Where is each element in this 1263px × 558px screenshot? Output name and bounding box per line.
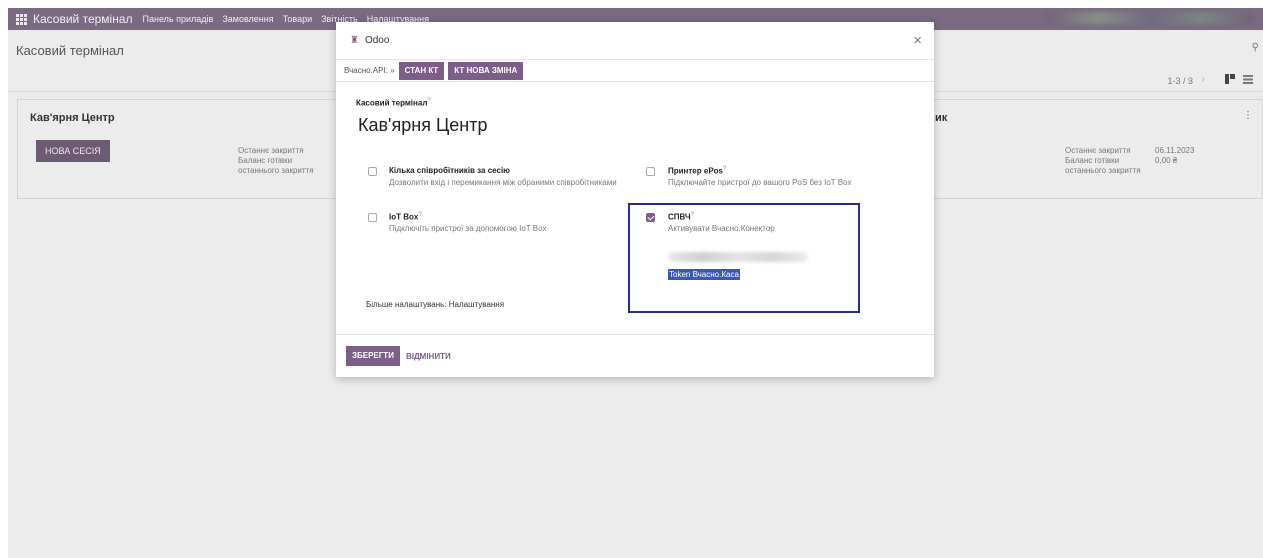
more-settings-link[interactable]: Більше налаштувань: Налаштування <box>366 300 504 309</box>
help-icon[interactable]: ? <box>427 98 430 104</box>
iot-box-title: IoT Box? <box>389 212 422 222</box>
form-sheet: Касовий термінал? Кав'ярня Центр Кількa … <box>336 82 934 332</box>
spvch-checkbox[interactable] <box>646 213 655 222</box>
pos-field-label: Касовий термінал? <box>356 98 431 108</box>
api-label: Вчасно.API: » <box>344 66 395 75</box>
odoo-logo-icon: ♜ <box>350 35 359 46</box>
dialog-statusbar: Вчасно.API: » СТАН КТ КТ НОВА ЗМІНА <box>336 60 934 82</box>
epos-printer-title: Принтер ePos? <box>668 166 727 176</box>
spvch-desc: Активувати Вчасно.Конектор <box>668 224 775 233</box>
multi-employee-checkbox[interactable] <box>368 167 377 176</box>
epos-printer-checkbox[interactable] <box>646 167 655 176</box>
dialog-footer: ЗБЕРЕГТИ ВІДМІНИТИ <box>336 334 934 377</box>
kt-new-shift-button[interactable]: КТ НОВА ЗМІНА <box>448 61 524 80</box>
token-field-blurred[interactable] <box>668 252 808 262</box>
dialog-title: Odoo <box>364 35 390 46</box>
dialog-header: ♜ Odoo × <box>336 22 934 60</box>
save-button[interactable]: ЗБЕРЕГТИ <box>346 346 400 366</box>
pos-name-field[interactable]: Кав'ярня Центр <box>358 115 487 136</box>
cancel-button[interactable]: ВІДМІНИТИ <box>406 352 451 361</box>
token-link[interactable]: Token Вчасно.Каса <box>668 269 740 280</box>
spvch-title: СПВЧ? <box>668 212 694 222</box>
epos-printer-desc: Підключайте пристрої до вашого PoS без I… <box>668 178 852 187</box>
close-icon[interactable]: × <box>913 32 922 49</box>
kt-status-button[interactable]: СТАН КТ <box>398 61 445 80</box>
settings-dialog: ♜ Odoo × Вчасно.API: » СТАН КТ КТ НОВА З… <box>336 22 934 377</box>
multi-employee-desc: Дозволити вхід і перемикання між обраним… <box>389 178 617 187</box>
iot-box-checkbox[interactable] <box>368 213 377 222</box>
multi-employee-title: Кількa співробітників за сесію <box>389 166 511 175</box>
iot-box-desc: Підключіть пристрої за допомогою IoT Box <box>389 224 547 233</box>
